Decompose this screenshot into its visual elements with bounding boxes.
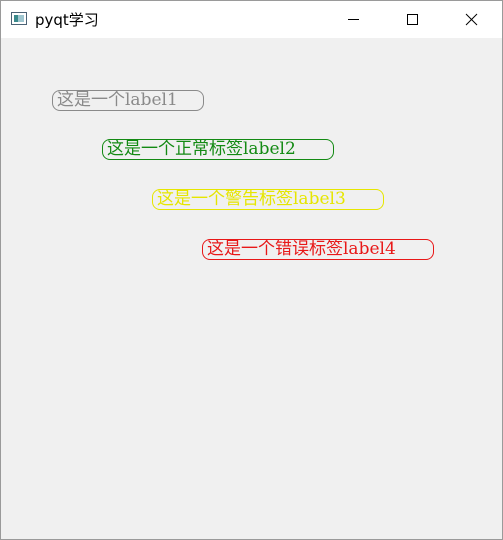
app-window: pyqt学习 这是一个label1 这是一个正常标签label2 这是一个警告标… bbox=[0, 0, 503, 540]
minimize-button[interactable] bbox=[342, 1, 388, 38]
label-1: 这是一个label1 bbox=[52, 90, 204, 111]
label-4-error: 这是一个错误标签label4 bbox=[202, 239, 434, 260]
label-3-warning: 这是一个警告标签label3 bbox=[152, 189, 384, 210]
app-window-icon[interactable] bbox=[11, 12, 27, 25]
maximize-icon bbox=[407, 14, 418, 25]
maximize-button[interactable] bbox=[388, 1, 434, 38]
title-bar[interactable]: pyqt学习 bbox=[1, 1, 502, 38]
minimize-icon bbox=[348, 19, 359, 20]
central-widget: 这是一个label1 这是一个正常标签label2 这是一个警告标签label3… bbox=[1, 38, 502, 539]
label-2-normal: 这是一个正常标签label2 bbox=[102, 139, 334, 160]
close-icon bbox=[465, 13, 478, 26]
window-title: pyqt学习 bbox=[35, 11, 99, 29]
close-button[interactable] bbox=[448, 1, 494, 38]
